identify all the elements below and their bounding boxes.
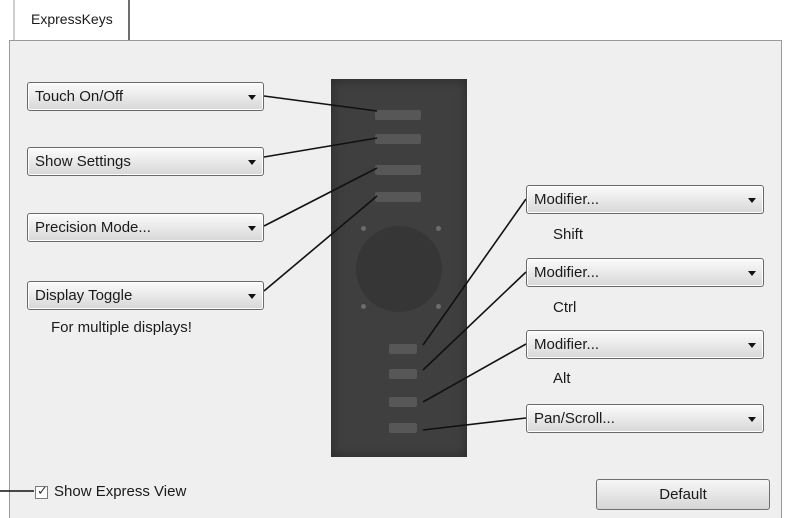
key-8-dropdown[interactable]: Pan/Scroll... xyxy=(526,404,764,433)
chevron-down-icon xyxy=(748,417,756,422)
display-toggle-note: For multiple displays! xyxy=(51,319,192,336)
tab-expresskeys[interactable]: ExpressKeys xyxy=(22,0,130,40)
key-7-dropdown-value: Modifier... xyxy=(534,336,600,353)
key-5-dropdown[interactable]: Modifier... xyxy=(526,185,764,214)
checkmark-icon: ✓ xyxy=(37,483,48,498)
key-2-dropdown[interactable]: Show Settings xyxy=(27,147,264,176)
key-3-dropdown-value: Precision Mode... xyxy=(35,219,151,236)
chevron-down-icon xyxy=(248,160,256,165)
key-6-dropdown-value: Modifier... xyxy=(534,264,600,281)
chevron-down-icon xyxy=(248,95,256,100)
chevron-down-icon xyxy=(748,271,756,276)
key-4-dropdown[interactable]: Display Toggle xyxy=(27,281,264,310)
default-button[interactable]: Default xyxy=(596,479,770,510)
chevron-down-icon xyxy=(248,226,256,231)
key-1-dropdown-value: Touch On/Off xyxy=(35,88,124,105)
chevron-down-icon xyxy=(248,294,256,299)
key-7-dropdown[interactable]: Modifier... xyxy=(526,330,764,359)
key-1-dropdown[interactable]: Touch On/Off xyxy=(27,82,264,111)
chevron-down-icon xyxy=(748,343,756,348)
key-8-dropdown-value: Pan/Scroll... xyxy=(534,410,615,427)
key-5-sublabel: Shift xyxy=(553,226,584,243)
show-express-view-label[interactable]: Show Express View xyxy=(54,483,186,500)
key-7-sublabel: Alt xyxy=(553,370,571,387)
key-3-dropdown[interactable]: Precision Mode... xyxy=(27,213,264,242)
tab-expresskeys-label: ExpressKeys xyxy=(31,11,113,27)
key-5-dropdown-value: Modifier... xyxy=(534,191,600,208)
key-6-sublabel: Ctrl xyxy=(553,299,577,316)
key-6-dropdown[interactable]: Modifier... xyxy=(526,258,764,287)
show-express-view-checkbox[interactable]: ✓ xyxy=(35,483,48,499)
chevron-down-icon xyxy=(748,198,756,203)
key-4-dropdown-value: Display Toggle xyxy=(35,287,133,304)
key-2-dropdown-value: Show Settings xyxy=(35,153,131,170)
